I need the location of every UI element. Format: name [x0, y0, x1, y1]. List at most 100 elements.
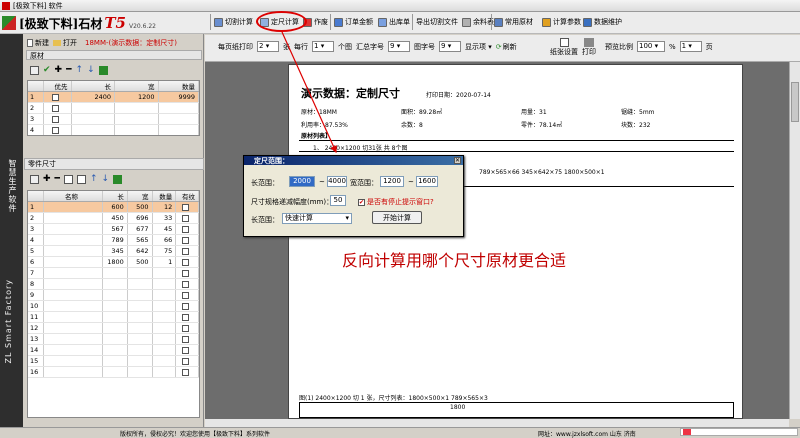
highlight-circle — [256, 11, 307, 32]
width-from-input[interactable]: 1200 — [380, 176, 404, 187]
width-to-input[interactable]: 1600 — [416, 176, 438, 187]
checkbox[interactable] — [182, 357, 190, 365]
add-icon[interactable]: ✚ — [55, 65, 63, 75]
checkbox[interactable] — [182, 247, 190, 255]
table-row[interactable]: 7 — [28, 268, 199, 279]
grid-settings-icon[interactable] — [30, 65, 39, 75]
table-row[interactable]: 2 — [28, 103, 199, 114]
sidebar-text-cn: 智慧生产软件 — [8, 159, 17, 213]
status-copyright: 版权所有，侵权必究！欢迎您使用【极致下料】系列软件 — [120, 431, 271, 438]
checkbox[interactable] — [52, 93, 60, 101]
checkbox[interactable] — [182, 236, 190, 244]
add-icon[interactable]: ✚ — [43, 174, 51, 184]
new-button[interactable]: 新建 — [27, 38, 49, 48]
excel-icon[interactable] — [113, 174, 123, 184]
open-button[interactable]: 打开 — [53, 38, 77, 48]
fixed-size-dialog: 定尺范围： ✕ 长范围： 2000 ~ 4000 宽范围： 1200 ~ 160… — [243, 155, 464, 237]
table-row[interactable]: 4 789 565 66 — [28, 235, 199, 246]
zoom-select[interactable]: 100 ▾ — [637, 41, 665, 52]
table-row[interactable]: 5 345 642 75 — [28, 246, 199, 257]
arrow-down-icon[interactable]: ↓ — [102, 174, 110, 184]
toolbar-outbound-button[interactable]: 出库单 — [378, 14, 410, 30]
table-row[interactable]: 8 — [28, 279, 199, 290]
toolbar-database-button[interactable]: 数据维护 — [583, 14, 622, 30]
page-select[interactable]: 1 ▾ — [679, 41, 702, 52]
table-row[interactable]: 16 — [28, 367, 199, 378]
ime-toolbar[interactable] — [680, 428, 798, 436]
remove-icon[interactable]: ━ — [66, 65, 71, 75]
sidebar-text-en: ZL Smart Factory — [4, 279, 13, 364]
toolbar-remnant-button[interactable]: 余料表 — [462, 14, 494, 30]
checkbox[interactable] — [182, 313, 190, 321]
check-icon[interactable]: ✔ — [43, 65, 51, 75]
checkbox[interactable] — [182, 324, 190, 332]
toolbar-cut-calc-button[interactable]: 切割计算 — [214, 14, 253, 30]
per-page-select[interactable]: 2 ▾ — [257, 41, 279, 52]
table-row[interactable]: 1 600 500 12 — [28, 202, 199, 213]
checkbox[interactable] — [182, 291, 190, 299]
paper-settings-button[interactable]: 纸张设置 — [550, 38, 578, 57]
stop-prompt-checkbox[interactable]: ✔ 是否有停止提示窗口? — [358, 197, 434, 207]
edit-icon[interactable] — [63, 174, 73, 184]
table-row[interactable]: 11 — [28, 312, 199, 323]
excel-icon[interactable] — [98, 65, 108, 75]
horizontal-scrollbar[interactable] — [205, 419, 789, 427]
toolbar-export-button[interactable]: 导出切割文件 — [416, 14, 458, 30]
summary-font-select[interactable]: 9 ▾ — [388, 41, 410, 52]
table-row[interactable]: 9 — [28, 290, 199, 301]
logo-version: V20.6.22 — [128, 22, 156, 30]
table-row[interactable]: 10 — [28, 301, 199, 312]
checkbox[interactable] — [52, 104, 60, 112]
vertical-scrollbar[interactable] — [789, 62, 800, 419]
document-title: 18MM-(演示数据：定制尺寸) — [85, 39, 177, 47]
table-row[interactable]: 12 — [28, 323, 199, 334]
checkbox[interactable] — [182, 225, 190, 233]
checkbox[interactable] — [182, 203, 190, 211]
raw-table[interactable]: 优先 长 宽 数量 1 2400 1200 9999 2 3 4 — [27, 80, 200, 136]
checkbox[interactable] — [182, 258, 190, 266]
toolbar-params-button[interactable]: 计算参数 — [542, 14, 581, 30]
table-row[interactable]: 3 567 677 45 — [28, 224, 199, 235]
table-row[interactable]: 6 1800 500 1 — [28, 257, 199, 268]
checkbox[interactable] — [182, 269, 190, 277]
table-row[interactable]: 13 — [28, 334, 199, 345]
start-calc-button[interactable]: 开始计算 — [372, 211, 422, 224]
remove-icon[interactable]: ━ — [55, 174, 60, 184]
length-to-input[interactable]: 4000 — [327, 176, 347, 187]
checkbox[interactable] — [182, 280, 190, 288]
step-input[interactable]: 50 — [330, 195, 346, 206]
checkbox[interactable] — [182, 368, 190, 376]
app-icon — [2, 1, 10, 10]
checkbox[interactable] — [182, 346, 190, 354]
arrow-up-icon[interactable]: ↑ — [76, 65, 84, 75]
checkbox[interactable] — [52, 126, 60, 134]
length-from-input[interactable]: 2000 — [289, 176, 315, 187]
table-row[interactable]: 14 — [28, 345, 199, 356]
per-row-select[interactable]: 1 ▾ — [312, 41, 334, 52]
calc-mode-select[interactable]: 快速计算 ▾ — [282, 213, 352, 224]
table-row[interactable]: 3 — [28, 114, 199, 125]
checkbox[interactable] — [52, 115, 60, 123]
graph-font-select[interactable]: 9 ▾ — [439, 41, 461, 52]
toolbar-order-amount-button[interactable]: 订单金额 — [334, 14, 373, 30]
print-button[interactable]: 打印 — [582, 38, 596, 57]
parts-table[interactable]: 名称 长 宽 数量 有纹 1 600 500 12 2 450 696 33 3 567 677 45… — [27, 190, 200, 418]
table-row[interactable]: 1 2400 1200 9999 — [28, 92, 199, 103]
checkbox[interactable] — [182, 214, 190, 222]
copy-icon[interactable] — [76, 174, 86, 184]
checkbox[interactable] — [182, 335, 190, 343]
grid-settings-icon[interactable] — [30, 174, 39, 184]
parts-toolbar: ✚ ━ ↑ ↓ — [30, 174, 123, 184]
file-bar: 新建 打开 18MM-(演示数据：定制尺寸) — [27, 38, 177, 48]
toolbar-material-button[interactable]: 常用原材 — [494, 14, 533, 30]
title-bar: [极致下料] 软件 — [0, 0, 800, 12]
table-row[interactable]: 15 — [28, 356, 199, 367]
table-row[interactable]: 2 450 696 33 — [28, 213, 199, 224]
checkbox[interactable] — [182, 302, 190, 310]
close-icon[interactable]: ✕ — [454, 157, 461, 164]
arrow-down-icon[interactable]: ↓ — [87, 65, 95, 75]
table-row[interactable]: 4 — [28, 125, 199, 135]
refresh-button[interactable]: ⟳ 刷新 — [496, 42, 517, 52]
arrow-up-icon[interactable]: ↑ — [90, 174, 98, 184]
display-items-button[interactable]: 显示项 ▾ — [465, 42, 492, 52]
